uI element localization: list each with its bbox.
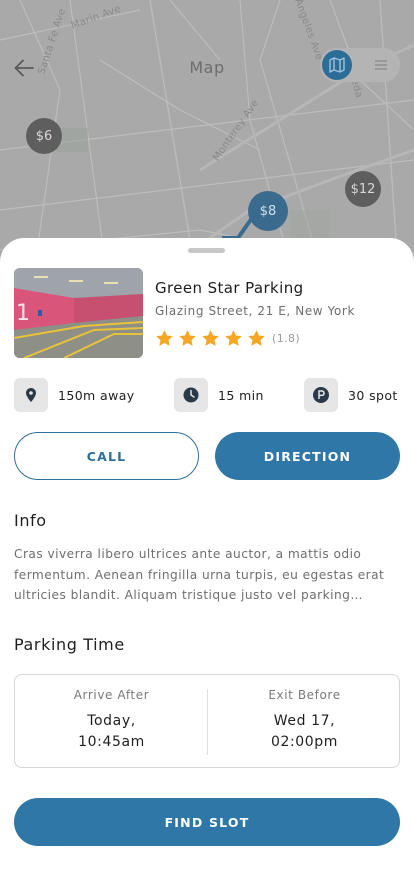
stat-icon-box: [174, 378, 208, 412]
rating: (1.8): [155, 329, 300, 348]
distance-stat: 150m away: [14, 378, 135, 412]
star-icon: [179, 330, 196, 346]
map-icon: [329, 57, 345, 73]
duration-text: 15 min: [218, 387, 264, 403]
arrive-after-date: Today,: [87, 713, 136, 729]
exit-before-label: Exit Before: [268, 688, 341, 702]
direction-button[interactable]: DIRECTION: [215, 432, 400, 480]
exit-before-value: Wed 17, 02:00pm: [208, 711, 401, 753]
map-view-button[interactable]: [322, 50, 352, 80]
star-icon: [156, 330, 173, 346]
parking-icon: [313, 387, 329, 403]
rating-value: (1.8): [272, 332, 301, 345]
parking-time-heading: Parking Time: [14, 635, 125, 654]
info-description: Cras viverra libero ultrices ante auctor…: [14, 547, 385, 602]
exit-before-field[interactable]: Exit Before Wed 17, 02:00pm: [208, 675, 401, 769]
spots-text: 30 spot: [348, 387, 398, 403]
garage-image: 1: [14, 268, 143, 358]
exit-before-time: 02:00pm: [270, 734, 339, 750]
price-pin[interactable]: $6: [26, 118, 62, 154]
location-pin-icon: [26, 388, 36, 402]
stat-icon-box: [14, 378, 48, 412]
parking-photo: 1: [14, 268, 143, 358]
stat-icon-box: [304, 378, 338, 412]
star-icon: [202, 330, 219, 346]
drag-handle[interactable]: [188, 248, 225, 253]
arrive-after-label: Arrive After: [73, 688, 150, 702]
parking-detail-sheet: 1 Green Star Parking Glazing Street, 21 …: [0, 238, 414, 896]
price-pin[interactable]: $12: [345, 171, 381, 207]
parking-time-card[interactable]: Arrive After Today, 10:45am Exit Before …: [14, 674, 400, 768]
arrive-after-time: 10:45am: [78, 734, 145, 750]
parking-name: Green Star Parking: [155, 279, 304, 297]
price-pin-selected[interactable]: $8: [248, 191, 288, 231]
info-heading: Info: [14, 511, 47, 530]
star-icon: [248, 330, 265, 346]
duration-stat: 15 min: [174, 378, 264, 412]
arrive-after-value: Today, 10:45am: [15, 711, 208, 753]
parking-stats: 150m away 15 min 30 spot: [14, 378, 400, 412]
call-button[interactable]: CALL: [14, 432, 199, 480]
spots-stat: 30 spot: [304, 378, 398, 412]
arrive-after-field[interactable]: Arrive After Today, 10:45am: [15, 675, 208, 769]
svg-text:1: 1: [16, 301, 30, 326]
star-icon: [225, 330, 242, 346]
clock-icon: [183, 387, 199, 403]
exit-before-date: Wed 17,: [273, 713, 336, 729]
parking-address: Glazing Street, 21 E, New York: [155, 304, 355, 318]
list-icon: [375, 60, 387, 70]
find-slot-button[interactable]: FIND SLOT: [14, 798, 400, 846]
view-toggle[interactable]: [320, 48, 400, 82]
list-view-button[interactable]: [366, 50, 396, 80]
distance-text: 150m away: [58, 387, 135, 403]
